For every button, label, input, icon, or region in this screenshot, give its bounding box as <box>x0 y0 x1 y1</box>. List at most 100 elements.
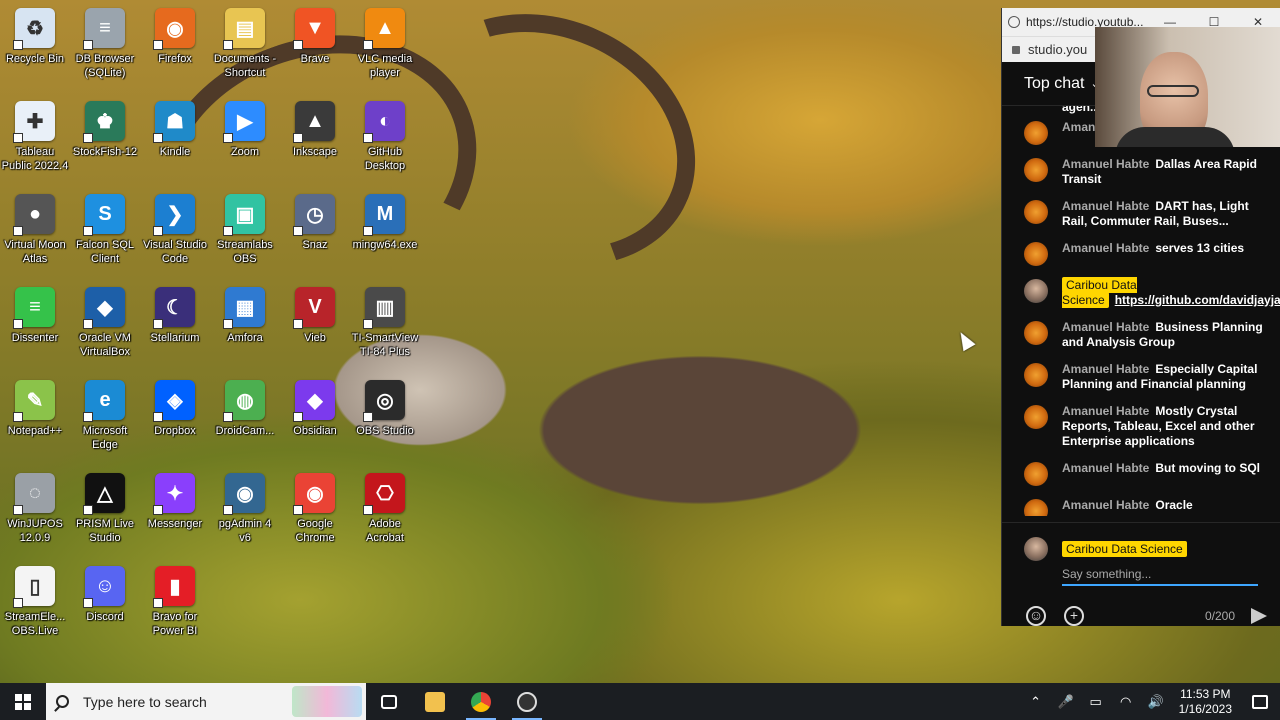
desktop-icon[interactable]: ≡ DB Browser (SQLite) <box>70 8 140 80</box>
chat-input[interactable]: Say something... <box>1062 567 1258 586</box>
desktop-icon[interactable]: ▶ Zoom <box>210 101 280 159</box>
chat-message-list[interactable]: agen... Amanuel HabteyearsAmanuel HabteD… <box>1002 106 1280 516</box>
desktop-icon[interactable]: ▦ Amfora <box>210 287 280 345</box>
desktop-icon[interactable]: ✦ Messenger <box>140 473 210 531</box>
desktop-icon[interactable]: ◎ OBS Studio <box>350 380 420 438</box>
app-icon: ◉ <box>293 473 335 515</box>
chat-message[interactable]: Amanuel Habte DART has, Light Rail, Commu… <box>1002 193 1280 235</box>
desktop-icon[interactable]: ▣ Streamlabs OBS <box>210 194 280 266</box>
desktop-icon[interactable]: e Microsoft Edge <box>70 380 140 452</box>
chat-message[interactable]: Amanuel Habte Dallas Area Rapid Transit <box>1002 151 1280 193</box>
search-highlight-image <box>292 686 362 717</box>
app-icon: ✚ <box>13 101 55 143</box>
desktop-icon[interactable]: ◉ Firefox <box>140 8 210 66</box>
desktop-icon[interactable]: ▮ Bravo for Power BI <box>140 566 210 638</box>
desktop-icon[interactable]: ▲ VLC media player <box>350 8 420 80</box>
desktop-icon-label: WinJUPOS 12.0.9 <box>7 518 63 544</box>
shortcut-arrow-icon <box>13 319 23 329</box>
desktop-icon[interactable]: ▤ Documents - Shortcut <box>210 8 280 80</box>
message-body: Amanuel Habte Mostly Crystal Reports, Tab… <box>1062 404 1267 449</box>
desktop-icon[interactable]: ♚ StockFish-12 <box>70 101 140 159</box>
chat-message[interactable]: Amanuel Habte serves 13 cities <box>1002 235 1280 272</box>
app-icon: ▤ <box>223 8 265 50</box>
shortcut-arrow-icon <box>83 319 93 329</box>
message-author: Amanuel Habte <box>1062 362 1150 376</box>
battery-icon[interactable]: ▭ <box>1081 694 1111 710</box>
file-explorer-button[interactable] <box>412 683 458 720</box>
chat-message[interactable]: Amanuel Habte But moving to SQl <box>1002 455 1280 492</box>
desktop-icon[interactable]: ◉ Google Chrome <box>280 473 350 545</box>
desktop-icon[interactable]: ◌ WinJUPOS 12.0.9 <box>0 473 70 545</box>
notification-center-button[interactable] <box>1240 683 1280 720</box>
windows-logo-icon <box>15 693 31 710</box>
desktop-icon[interactable]: ≡ Dissenter <box>0 287 70 345</box>
desktop-icon[interactable]: ◆ Obsidian <box>280 380 350 438</box>
desktop-icon[interactable]: ◈ Dropbox <box>140 380 210 438</box>
desktop-icon[interactable]: Mmingw64.exe <box>350 194 420 252</box>
desktop-icon[interactable]: S Falcon SQL Client <box>70 194 140 266</box>
chat-message[interactable]: Caribou Data Science https://github.com/d… <box>1002 272 1280 314</box>
desktop-icon-label: GitHub Desktop <box>364 146 406 172</box>
send-icon[interactable] <box>1251 608 1267 624</box>
shortcut-arrow-icon <box>223 133 233 143</box>
shortcut-arrow-icon <box>153 598 163 608</box>
taskbar-clock[interactable]: 11:53 PM 1/16/2023 <box>1179 687 1232 717</box>
desktop-icon[interactable]: ☗ Kindle <box>140 101 210 159</box>
wifi-icon[interactable]: ◠ <box>1111 694 1141 710</box>
message-body: Amanuel Habte Dallas Area Rapid Transit <box>1062 157 1267 187</box>
desktop-icon[interactable]: V Vieb <box>280 287 350 345</box>
app-icon: S <box>83 194 125 236</box>
desktop-icon[interactable]: △ PRISM Live Studio <box>70 473 140 545</box>
desktop-icon[interactable]: ◉ pgAdmin 4 v6 <box>210 473 280 545</box>
desktop-icon[interactable]: ▥ TI-SmartView TI-84 Plus <box>350 287 420 359</box>
volume-icon[interactable]: 🔊 <box>1141 694 1171 710</box>
desktop-icon-label: Firefox <box>158 53 192 65</box>
desktop-icon[interactable]: ✎ Notepad++ <box>0 380 70 438</box>
desktop-icon[interactable]: ❯ Visual Studio Code <box>140 194 210 266</box>
microphone-icon[interactable]: 🎤 <box>1051 694 1081 710</box>
desktop-icon-label: Inkscape <box>292 146 338 158</box>
chat-message[interactable]: Amanuel Habte Mostly Crystal Reports, Tab… <box>1002 398 1280 455</box>
desktop-icon[interactable]: ☾ Stellarium <box>140 287 210 345</box>
desktop-icon[interactable]: ♻ Recycle Bin <box>0 8 70 66</box>
desktop-icon[interactable]: ☺ Discord <box>70 566 140 624</box>
shortcut-arrow-icon <box>223 505 233 515</box>
desktop-icon[interactable]: ⎔ Adobe Acrobat <box>350 473 420 545</box>
start-button[interactable] <box>0 683 46 720</box>
chat-message[interactable]: Amanuel Habte Oracle <box>1002 492 1280 516</box>
task-view-icon <box>381 694 397 709</box>
desktop-icon[interactable]: ▼ Brave <box>280 8 350 66</box>
chat-message[interactable]: Amanuel Habte Business Planning and Analy… <box>1002 314 1280 356</box>
avatar <box>1024 499 1048 516</box>
desktop-icon[interactable]: ● Virtual Moon Atlas <box>0 194 70 266</box>
message-body: Amanuel Habte serves 13 cities <box>1062 241 1244 256</box>
desktop-icon[interactable]: ✚ Tableau Public 2022.4 <box>0 101 70 173</box>
desktop-icon[interactable]: ▲ Inkscape <box>280 101 350 159</box>
desktop-icon-label: pgAdmin 4 v6 <box>218 518 272 544</box>
desktop-icon-label: Adobe Acrobat <box>366 518 404 544</box>
tray-chevron-icon[interactable]: ⌃ <box>1021 694 1051 710</box>
emoji-button[interactable]: ☺ <box>1026 606 1046 626</box>
desktop-icon[interactable]: ◆ Oracle VM VirtualBox <box>70 287 140 359</box>
webcam-glasses <box>1147 85 1199 97</box>
desktop-icon[interactable]: ◐ GitHub Desktop <box>350 101 420 173</box>
globe-icon <box>1008 16 1020 28</box>
task-view-button[interactable] <box>366 683 412 720</box>
message-author: Amanuel Habte <box>1062 461 1150 475</box>
taskbar-search[interactable]: Type here to search <box>46 683 366 720</box>
taskbar: Type here to search ⌃ 🎤 ▭ ◠ 🔊 11:53 PM 1… <box>0 683 1280 720</box>
shortcut-arrow-icon <box>83 40 93 50</box>
desktop-icon[interactable]: ◍ DroidCam... <box>210 380 280 438</box>
app-icon: △ <box>83 473 125 515</box>
chrome-button[interactable] <box>458 683 504 720</box>
chat-message[interactable]: Amanuel Habte Especially Capital Planning… <box>1002 356 1280 398</box>
character-counter: 0/200 <box>1204 609 1235 623</box>
message-link[interactable]: https://github.com/davidjayjackson/Wo... <box>1115 293 1280 307</box>
desktop-icon-label: StreamEle... OBS.Live <box>4 611 66 637</box>
avatar <box>1024 321 1048 345</box>
desktop-icon[interactable]: ◷ Snaz <box>280 194 350 252</box>
add-button[interactable]: + <box>1064 606 1084 626</box>
desktop-icon[interactable]: ▯ StreamEle... OBS.Live <box>0 566 70 638</box>
desktop-icon-label: Obsidian <box>293 425 337 437</box>
obs-button[interactable] <box>504 683 550 720</box>
